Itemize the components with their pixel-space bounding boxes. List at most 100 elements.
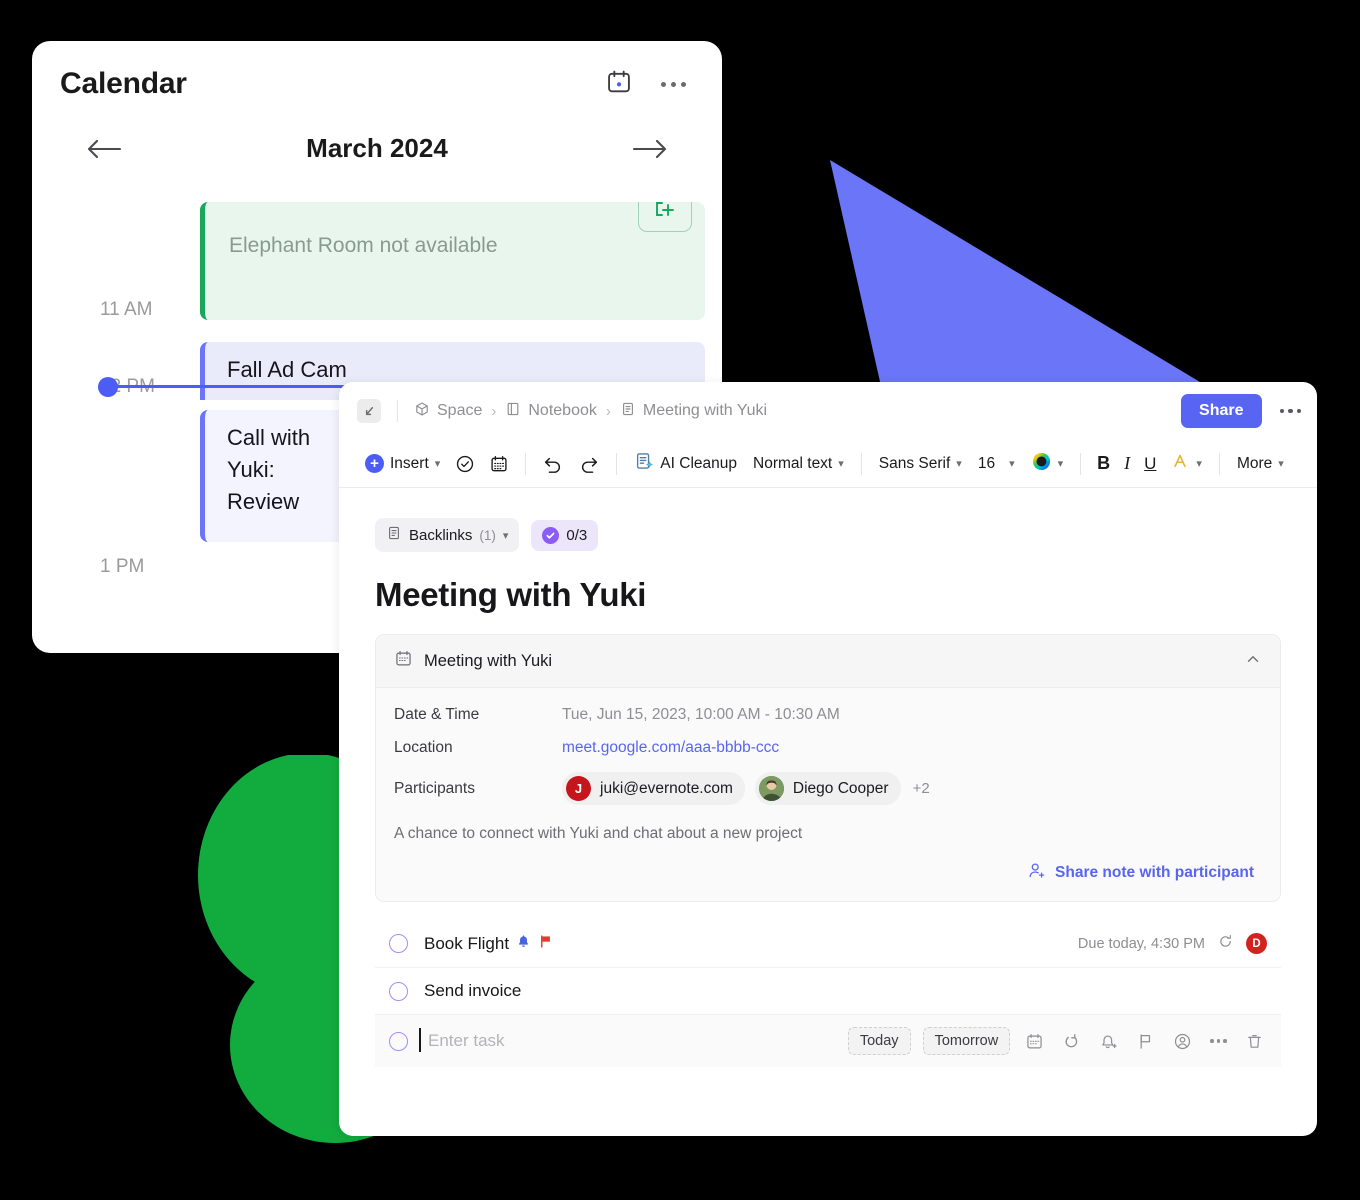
breadcrumb-item-space[interactable]: Space bbox=[414, 401, 482, 422]
notebook-icon bbox=[505, 401, 521, 422]
note-body: Backlinks (1) ▾ 0/3 Meeting with Yuki Me… bbox=[339, 488, 1317, 1067]
repeat-icon[interactable] bbox=[1217, 933, 1234, 955]
meeting-card-title: Meeting with Yuki bbox=[424, 651, 553, 670]
bell-icon bbox=[516, 934, 531, 954]
repeat-icon[interactable] bbox=[1059, 1029, 1084, 1054]
undo-icon[interactable] bbox=[535, 450, 571, 478]
tasks-progress-chip[interactable]: 0/3 bbox=[531, 519, 599, 551]
chevron-down-icon: ▾ bbox=[434, 458, 441, 470]
more-horizontal-icon[interactable] bbox=[1279, 408, 1301, 414]
insert-button[interactable]: + Insert ▾ bbox=[357, 450, 448, 477]
more-horizontal-icon[interactable] bbox=[661, 81, 686, 87]
font-family-select[interactable]: Sans Serif ▾ bbox=[871, 451, 970, 477]
ai-cleanup-button[interactable]: AI Cleanup bbox=[626, 447, 745, 480]
task-assignee-avatar[interactable]: D bbox=[1246, 933, 1267, 954]
reminder-bell-icon[interactable] bbox=[1096, 1029, 1121, 1054]
flag-icon[interactable] bbox=[1133, 1029, 1158, 1054]
calendar-event-title: Elephant Room not available bbox=[229, 234, 498, 257]
task-meta: Due today, 4:30 PM D bbox=[1078, 933, 1267, 955]
text-color-select[interactable]: ▾ bbox=[1023, 447, 1072, 481]
meeting-description: A chance to connect with Yuki and chat a… bbox=[394, 825, 803, 842]
share-note-label: Share note with participant bbox=[1055, 864, 1254, 881]
calendar-icon[interactable] bbox=[1022, 1029, 1047, 1054]
row-key: Participants bbox=[394, 779, 475, 797]
tasks-progress-label: 0/3 bbox=[566, 526, 588, 544]
task-row[interactable]: Send invoice bbox=[375, 967, 1281, 1014]
task-list: Book Flight Due today, 4:30 PM D Send in… bbox=[375, 920, 1281, 1067]
divider bbox=[1218, 452, 1220, 475]
redo-icon[interactable] bbox=[571, 450, 607, 478]
plus-icon: + bbox=[365, 454, 384, 473]
highlight-icon bbox=[1171, 452, 1189, 475]
meeting-link[interactable]: meet.google.com/aaa-bbbb-ccc bbox=[562, 739, 779, 756]
participant-name: juki@evernote.com bbox=[600, 779, 733, 797]
note-topbar-actions: Share bbox=[1181, 394, 1301, 428]
paragraph-style-label: Normal text bbox=[753, 454, 833, 472]
chevron-down-icon: ▾ bbox=[1057, 458, 1064, 470]
divider bbox=[616, 452, 618, 475]
task-checkbox[interactable] bbox=[389, 1031, 408, 1051]
participant-chip[interactable]: J juki@evernote.com bbox=[562, 772, 745, 805]
calendar-icon[interactable] bbox=[482, 450, 516, 478]
calendar-icon[interactable] bbox=[605, 68, 633, 101]
add-note-icon[interactable] bbox=[638, 202, 692, 232]
task-row[interactable]: Book Flight Due today, 4:30 PM D bbox=[375, 920, 1281, 967]
check-circle-icon[interactable] bbox=[448, 450, 482, 478]
calendar-header-actions bbox=[605, 68, 694, 101]
italic-button[interactable]: I bbox=[1117, 449, 1137, 478]
participants-overflow[interactable]: +2 bbox=[913, 780, 930, 797]
font-size-select[interactable]: 16 ▾ bbox=[970, 451, 1023, 477]
quick-date-today-button[interactable]: Today bbox=[847, 1027, 911, 1055]
chevron-down-icon: ▾ bbox=[1009, 458, 1015, 470]
meeting-card-header: Meeting with Yuki bbox=[376, 635, 1280, 688]
note-title: Meeting with Yuki bbox=[375, 576, 647, 613]
highlight-color-select[interactable]: ▾ bbox=[1163, 448, 1210, 479]
bold-button[interactable]: B bbox=[1090, 449, 1117, 478]
task-checkbox[interactable] bbox=[389, 981, 408, 1001]
underline-button[interactable]: U bbox=[1137, 450, 1163, 478]
more-horizontal-icon[interactable] bbox=[1207, 1039, 1230, 1043]
calendar-month-nav: March 2024 bbox=[32, 107, 722, 172]
breadcrumb-separator: › bbox=[491, 402, 497, 420]
share-button[interactable]: Share bbox=[1181, 394, 1262, 428]
next-month-button[interactable] bbox=[630, 136, 670, 162]
flag-icon bbox=[538, 934, 553, 954]
chevron-down-icon: ▾ bbox=[838, 458, 844, 470]
calendar-event-title: Fall Ad Cam bbox=[227, 357, 347, 382]
meeting-row-participants: Participants J juki@evernote.com Diego C… bbox=[394, 772, 1262, 805]
current-month-label: March 2024 bbox=[306, 133, 448, 163]
trash-icon[interactable] bbox=[1242, 1029, 1267, 1054]
calendar-icon bbox=[394, 649, 413, 673]
meeting-card-body: Date & Time Tue, Jun 15, 2023, 10:00 AM … bbox=[376, 688, 1280, 901]
row-value: Tue, Jun 15, 2023, 10:00 AM - 10:30 AM bbox=[562, 706, 840, 723]
divider bbox=[397, 400, 398, 422]
task-checkbox[interactable] bbox=[389, 934, 408, 953]
quick-date-tomorrow-button[interactable]: Tomorrow bbox=[922, 1027, 1011, 1055]
note-editor-window: Space › Notebook › Meeting with Yuki Sha… bbox=[339, 382, 1317, 1136]
ai-cleanup-icon bbox=[634, 451, 654, 476]
new-task-row[interactable]: Enter task Today Tomorrow bbox=[375, 1014, 1281, 1067]
participant-name: Diego Cooper bbox=[792, 779, 889, 797]
assignee-icon[interactable] bbox=[1170, 1029, 1195, 1054]
chevron-up-icon[interactable] bbox=[1244, 650, 1262, 673]
backlinks-icon bbox=[386, 525, 402, 545]
font-size-label: 16 bbox=[977, 454, 996, 472]
backlinks-count: (1) bbox=[479, 527, 496, 543]
new-task-input[interactable]: Enter task bbox=[419, 1028, 505, 1052]
paragraph-style-select[interactable]: Normal text ▾ bbox=[745, 451, 852, 477]
meeting-row-location: Location meet.google.com/aaa-bbbb-ccc bbox=[394, 739, 1262, 757]
participant-chip[interactable]: Diego Cooper bbox=[754, 772, 901, 805]
prev-month-button[interactable] bbox=[84, 136, 124, 162]
breadcrumb-item-notebook[interactable]: Notebook bbox=[505, 401, 597, 422]
hour-label-1pm: 1 PM bbox=[100, 556, 145, 577]
share-note-with-participant-button[interactable]: Share note with participant bbox=[394, 855, 1262, 887]
backlinks-chip[interactable]: Backlinks (1) ▾ bbox=[375, 518, 520, 552]
expand-collapse-icon[interactable] bbox=[357, 399, 381, 423]
more-options-button[interactable]: More ▾ bbox=[1229, 451, 1292, 477]
avatar: J bbox=[566, 776, 591, 801]
avatar bbox=[758, 776, 784, 801]
page-title: Calendar bbox=[60, 67, 187, 100]
calendar-event-elephant-room[interactable]: Elephant Room not available bbox=[200, 202, 705, 320]
ai-cleanup-label: AI Cleanup bbox=[660, 454, 737, 472]
breadcrumb-item-note[interactable]: Meeting with Yuki bbox=[620, 401, 767, 422]
